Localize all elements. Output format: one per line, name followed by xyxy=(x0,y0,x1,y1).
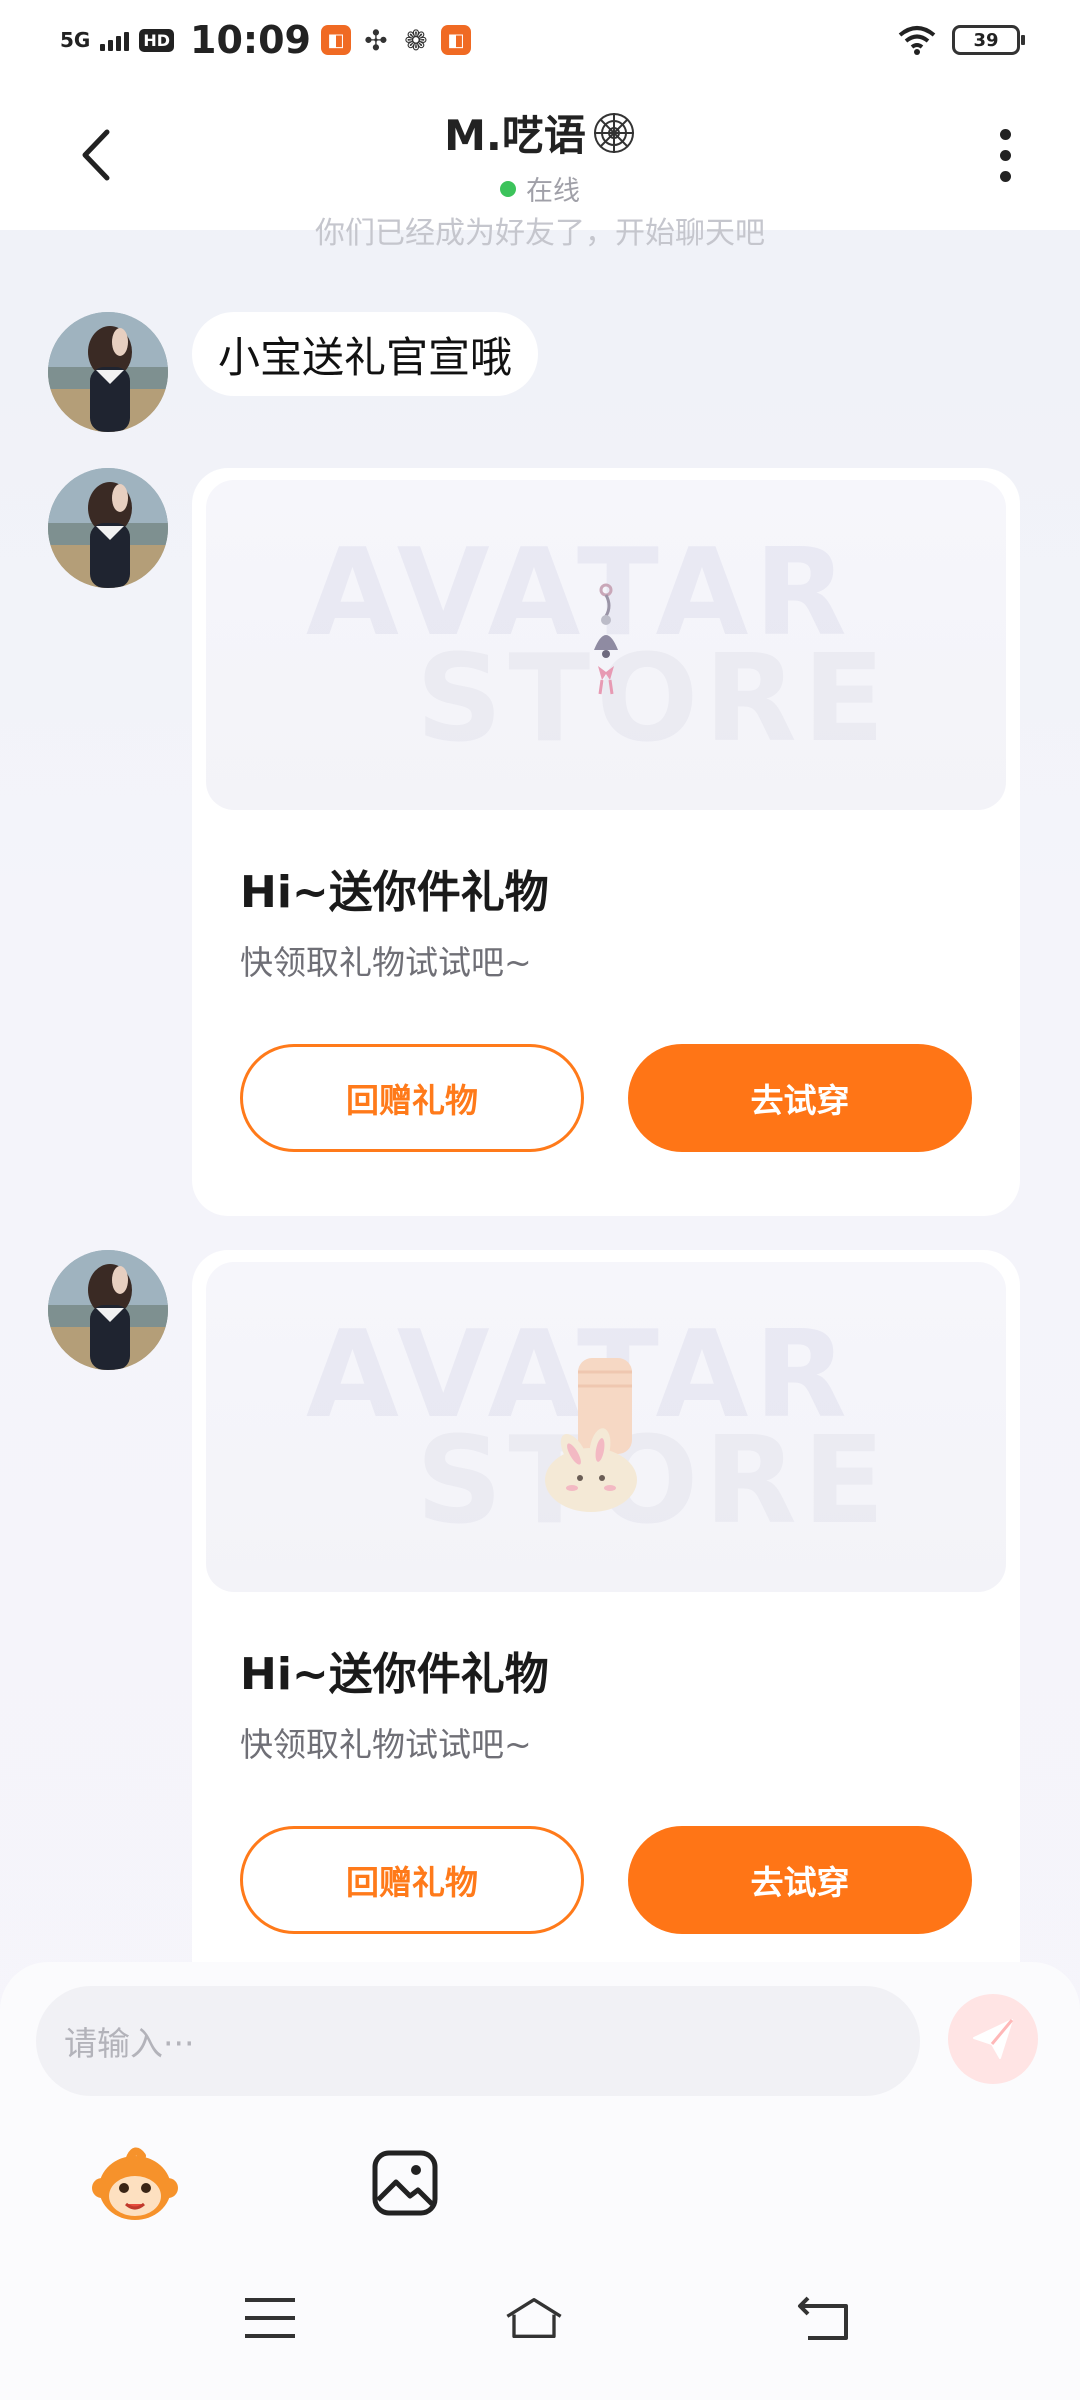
dot xyxy=(999,128,1011,140)
home-icon xyxy=(506,2298,562,2338)
online-dot xyxy=(499,180,516,197)
status-right: 39 xyxy=(898,25,1025,55)
more-menu-button[interactable] xyxy=(970,120,1040,190)
signal-icon xyxy=(100,29,130,51)
avatar[interactable] xyxy=(48,312,168,432)
status-left: 5G HD 10:09 ◧ ✣ ❁ ◧ xyxy=(60,18,471,62)
gift-card-subtitle: 快领取礼物试试吧~ xyxy=(240,1725,532,1764)
image-button[interactable] xyxy=(360,2138,450,2228)
gift-preview: AVATAR STORE xyxy=(206,480,1006,810)
hd-badge: HD xyxy=(139,28,175,52)
try-on-button[interactable]: 去试穿 xyxy=(628,1044,972,1152)
dot xyxy=(999,170,1011,182)
avatar[interactable] xyxy=(48,1250,168,1370)
gift-card-title: Hi~送你件礼物 xyxy=(240,1649,549,1700)
page-title: M.呓语 xyxy=(444,111,586,160)
input-placeholder: 请输入··· xyxy=(64,2024,195,2063)
wifi-icon xyxy=(898,26,936,55)
gift-card-subtitle: 快领取礼物试试吧~ xyxy=(240,943,532,982)
avatar-image xyxy=(48,1250,168,1370)
nav-back-button[interactable] xyxy=(794,2292,854,2344)
back-arrow-icon xyxy=(798,2296,848,2340)
avatar-image xyxy=(48,312,168,432)
gift-card[interactable]: AVATAR STORE Hi~送你件礼物 快领取礼物试试吧~ 回赠礼物 去试穿 xyxy=(192,1250,1020,1998)
page-title-row: M.呓语 xyxy=(444,102,636,163)
status-bar: 5G HD 10:09 ◧ ✣ ❁ ◧ 39 xyxy=(0,0,1080,80)
gift-card-title: Hi~送你件礼物 xyxy=(240,867,549,918)
return-gift-button[interactable]: 回赠礼物 xyxy=(240,1826,584,1934)
app-notification-icon: ◧ xyxy=(320,25,351,55)
message-input[interactable]: 请输入··· xyxy=(36,1986,920,2096)
back-button[interactable] xyxy=(60,120,130,190)
monkey-sticker-icon xyxy=(92,2147,178,2220)
image-icon xyxy=(372,2150,438,2216)
avatar-image xyxy=(48,468,168,588)
battery-icon: 39 xyxy=(952,25,1025,55)
gift-card[interactable]: AVATAR STORE Hi~送你件礼物 快领取礼物试试吧~ 回赠礼物 去试穿 xyxy=(192,468,1020,1216)
return-gift-button[interactable]: 回赠礼物 xyxy=(240,1044,584,1152)
watermark-text: STORE xyxy=(416,630,891,769)
menu-icon xyxy=(245,2298,295,2338)
spiderweb-icon xyxy=(593,112,634,153)
online-label: 在线 xyxy=(525,176,580,207)
chevron-left-icon xyxy=(82,129,110,181)
clock: 10:09 xyxy=(190,18,311,62)
bunny-sock-item-image xyxy=(545,1358,637,1512)
gift-preview: AVATAR STORE xyxy=(206,1262,1006,1592)
title-block: M.呓语 在线 xyxy=(444,102,636,208)
nav-home-button[interactable] xyxy=(504,2292,564,2344)
app-notification-icon-2: ◧ xyxy=(440,25,471,55)
message-bubble[interactable]: 小宝送礼官宣哦 xyxy=(192,312,539,396)
chat-screen: 5G HD 10:09 ◧ ✣ ❁ ◧ 39 M.呓语 在线 你们已经成为好友了… xyxy=(0,0,1080,2400)
send-button[interactable] xyxy=(948,1994,1038,2084)
wechat-icon: ❁ xyxy=(404,23,428,57)
network-type: 5G xyxy=(60,28,91,52)
nav-menu-button[interactable] xyxy=(240,2292,300,2344)
dot xyxy=(999,149,1011,161)
earring-item-image xyxy=(594,583,618,695)
try-on-button[interactable]: 去试穿 xyxy=(628,1826,972,1934)
send-icon xyxy=(973,2019,1014,2059)
system-message: 你们已经成为好友了，开始聊天吧 xyxy=(315,216,765,251)
sticker-button[interactable] xyxy=(90,2138,180,2228)
avatar[interactable] xyxy=(48,468,168,588)
pinwheel-icon: ✣ xyxy=(364,23,388,57)
online-status: 在线 xyxy=(499,169,580,208)
